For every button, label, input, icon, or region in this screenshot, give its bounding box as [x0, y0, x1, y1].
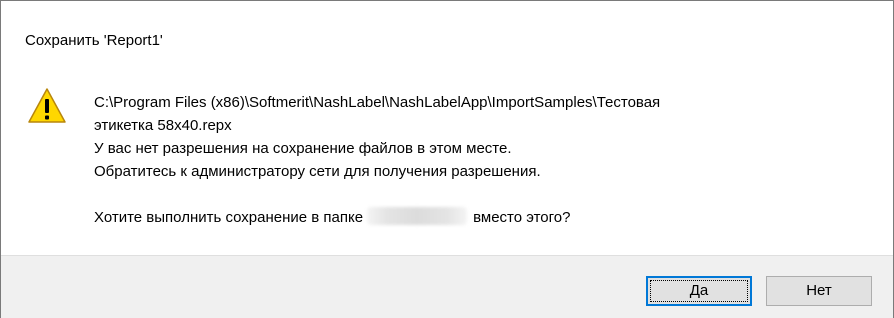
- message-question: Хотите выполнить сохранение в папке вмест…: [94, 206, 864, 229]
- dialog-message: C:\Program Files (x86)\Softmerit\NashLab…: [94, 91, 864, 229]
- no-button[interactable]: Нет: [766, 276, 872, 306]
- save-dialog: Сохранить 'Report1' C:\Program Files (x8…: [0, 0, 894, 318]
- warning-icon: [28, 88, 66, 123]
- message-spacer: [94, 183, 864, 206]
- question-text-before: Хотите выполнить сохранение в папке: [94, 209, 364, 226]
- yes-button[interactable]: Да: [646, 276, 752, 306]
- dialog-content: C:\Program Files (x86)\Softmerit\NashLab…: [1, 75, 893, 255]
- message-path-line-1: C:\Program Files (x86)\Softmerit\NashLab…: [94, 94, 661, 111]
- no-button-label: Нет: [806, 282, 832, 299]
- yes-button-label: Да: [689, 282, 709, 299]
- message-permission-line: У вас нет разрешения на сохранение файло…: [94, 140, 512, 157]
- dialog-title-bar: Сохранить 'Report1': [1, 1, 893, 75]
- redacted-folder-path: [367, 207, 468, 225]
- message-path-line-2: этикетка 58x40.repx: [94, 117, 232, 134]
- question-text-after: вместо этого?: [473, 209, 571, 226]
- dialog-title: Сохранить 'Report1': [25, 32, 163, 49]
- message-admin-line: Обратитесь к администратору сети для пол…: [94, 163, 541, 180]
- dialog-button-bar: Да Нет: [1, 255, 893, 318]
